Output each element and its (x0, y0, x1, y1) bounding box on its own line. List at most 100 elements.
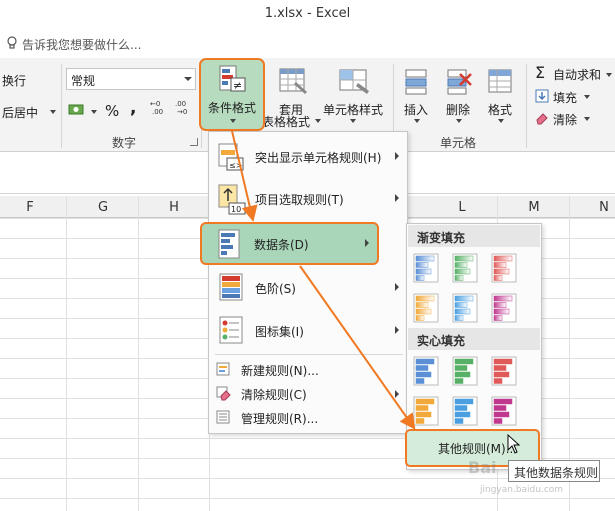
menu-item-label: 新建规则(N)... (241, 364, 319, 378)
gradient-data-bar-swatch-icon[interactable] (413, 253, 439, 283)
chevron-down-icon[interactable] (584, 95, 590, 99)
currency-icon[interactable] (68, 102, 88, 118)
gradient-fill-header: 渐变填充 (408, 225, 540, 247)
solid-data-bar-swatch-icon[interactable] (452, 396, 478, 426)
submenu-arrow-icon (395, 390, 399, 398)
group-separator (61, 64, 62, 148)
column-header-g[interactable]: G (93, 200, 113, 215)
dialog-launcher-icon[interactable] (190, 138, 198, 146)
increase-decimal-icon[interactable]: ←0 .00 (150, 98, 174, 116)
menu-item-label: 突出显示单元格规则(H) (255, 151, 382, 165)
menu-item-top-bottom-rules[interactable]: 10 项目选取规则(T) (209, 178, 407, 218)
svg-text:←0: ←0 (150, 100, 160, 108)
solid-data-bar-swatch-icon[interactable] (413, 396, 439, 426)
gradient-data-bar-swatch-icon[interactable] (491, 293, 517, 323)
sigma-icon[interactable]: Σ (535, 63, 545, 82)
autosum-button[interactable]: 自动求和 (553, 66, 601, 83)
solid-data-bar-swatch-icon[interactable] (413, 356, 439, 386)
color-scales-icon (219, 273, 243, 301)
group-separator (526, 64, 527, 148)
watermark-url: jingyan.baidu.com (480, 485, 564, 495)
cell-styles-icon (339, 69, 369, 94)
chevron-down-icon[interactable] (606, 73, 612, 77)
menu-item-new-rule[interactable]: 新建规则(N)... (209, 358, 407, 380)
data-bars-icon (218, 229, 240, 259)
highlight-rules-icon: ≤> (218, 143, 244, 171)
fill-button[interactable]: 填充 (553, 89, 577, 106)
menu-item-label: 图标集(I) (255, 325, 304, 339)
conditional-formatting-button[interactable]: ≠ 条件格式 (199, 58, 265, 131)
gradient-data-bar-swatch-icon[interactable] (491, 253, 517, 283)
merge-dropdown-icon[interactable] (50, 110, 56, 114)
chevron-down-icon[interactable] (584, 117, 590, 121)
chevron-down-icon[interactable] (315, 119, 321, 123)
conditional-formatting-label: 条件格式 (208, 101, 257, 115)
chevron-down-icon[interactable] (498, 119, 504, 123)
percent-button[interactable]: % (105, 102, 119, 120)
window-title: 1.xlsx - Excel (264, 6, 351, 21)
menu-item-highlight-rules[interactable]: ≤> 突出显示单元格规则(H) (209, 136, 407, 176)
column-header-m[interactable]: M (524, 200, 544, 215)
submenu-arrow-icon (395, 194, 399, 202)
comma-button[interactable]: , (130, 98, 136, 118)
conditional-formatting-icon: ≠ (219, 65, 246, 92)
number-group-label: 数字 (112, 136, 137, 150)
column-header-f[interactable]: F (20, 200, 40, 215)
tell-me-bar[interactable]: 告诉我您想要做什么... (0, 30, 615, 58)
menu-item-color-scales[interactable]: 色阶(S) (209, 267, 407, 307)
gradient-data-bar-swatch-icon[interactable] (452, 293, 478, 323)
column-header-n[interactable]: N (594, 200, 614, 215)
icon-sets-icon (219, 316, 243, 344)
svg-text:≠: ≠ (233, 79, 242, 92)
menu-item-icon-sets[interactable]: 图标集(I) (209, 310, 407, 350)
insert-label: 插入 (404, 103, 429, 117)
gradient-data-bar-swatch-icon[interactable] (413, 293, 439, 323)
menu-item-label: 清除规则(C) (241, 388, 307, 402)
solid-fill-title: 实心填充 (417, 334, 466, 348)
number-format-value: 常规 (71, 74, 96, 88)
currency-dropdown-icon[interactable] (91, 110, 97, 114)
solid-data-bar-swatch-icon[interactable] (491, 396, 517, 426)
column-divider (138, 196, 139, 511)
conditional-formatting-menu: ≤> 突出显示单元格规则(H) 10 项目选取规则(T) 色阶(S) 图标集(I… (208, 131, 408, 434)
title-bar: 1.xlsx - Excel (0, 0, 615, 28)
solid-data-bar-swatch-icon[interactable] (452, 356, 478, 386)
number-format-select[interactable]: 常规 (66, 68, 196, 90)
chevron-down-icon[interactable] (350, 119, 356, 123)
fill-down-icon[interactable] (535, 89, 549, 103)
chevron-down-icon (184, 77, 192, 81)
column-header-h[interactable]: H (164, 200, 184, 215)
gradient-fill-title: 渐变填充 (417, 231, 466, 245)
top-bottom-rules-icon: 10 (218, 184, 246, 215)
menu-item-clear-rules[interactable]: 清除规则(C) (209, 382, 407, 404)
tooltip-text: 其他数据条规则 (514, 466, 599, 480)
tell-me-input[interactable]: 告诉我您想要做什么... (22, 36, 141, 53)
insert-icon (405, 69, 427, 95)
merge-center-button[interactable]: 后居中 (2, 104, 38, 121)
svg-text:→0: →0 (177, 108, 187, 116)
wrap-text-button[interactable]: 换行 (2, 72, 26, 89)
mouse-cursor-icon (507, 434, 521, 454)
menu-item-label: 项目选取规则(T) (255, 193, 344, 207)
delete-label: 删除 (446, 103, 471, 117)
gradient-data-bar-swatch-icon[interactable] (452, 253, 478, 283)
format-label: 格式 (488, 103, 513, 117)
decrease-decimal-icon[interactable]: .00 →0 (175, 98, 199, 116)
column-divider (66, 196, 67, 511)
cell-styles-label: 单元格样式 (323, 103, 384, 117)
menu-item-data-bars-active[interactable]: 数据条(D) (200, 222, 379, 265)
manage-rules-icon (216, 410, 230, 424)
table-format-icon (279, 68, 307, 94)
solid-data-bar-swatch-icon[interactable] (491, 356, 517, 386)
new-rule-icon (216, 362, 230, 376)
menu-item-manage-rules[interactable]: 管理规则(R)... (209, 406, 407, 428)
clear-rules-icon (216, 386, 231, 401)
clear-button[interactable]: 清除 (553, 111, 577, 128)
column-header-l[interactable]: L (452, 200, 472, 215)
eraser-icon[interactable] (535, 111, 549, 125)
submenu-arrow-icon (395, 283, 399, 291)
format-as-table-label-2[interactable]: 表格格式 (262, 113, 310, 130)
chevron-down-icon[interactable] (414, 119, 420, 123)
cells-group-label: 单元格 (440, 136, 477, 150)
chevron-down-icon[interactable] (456, 119, 462, 123)
